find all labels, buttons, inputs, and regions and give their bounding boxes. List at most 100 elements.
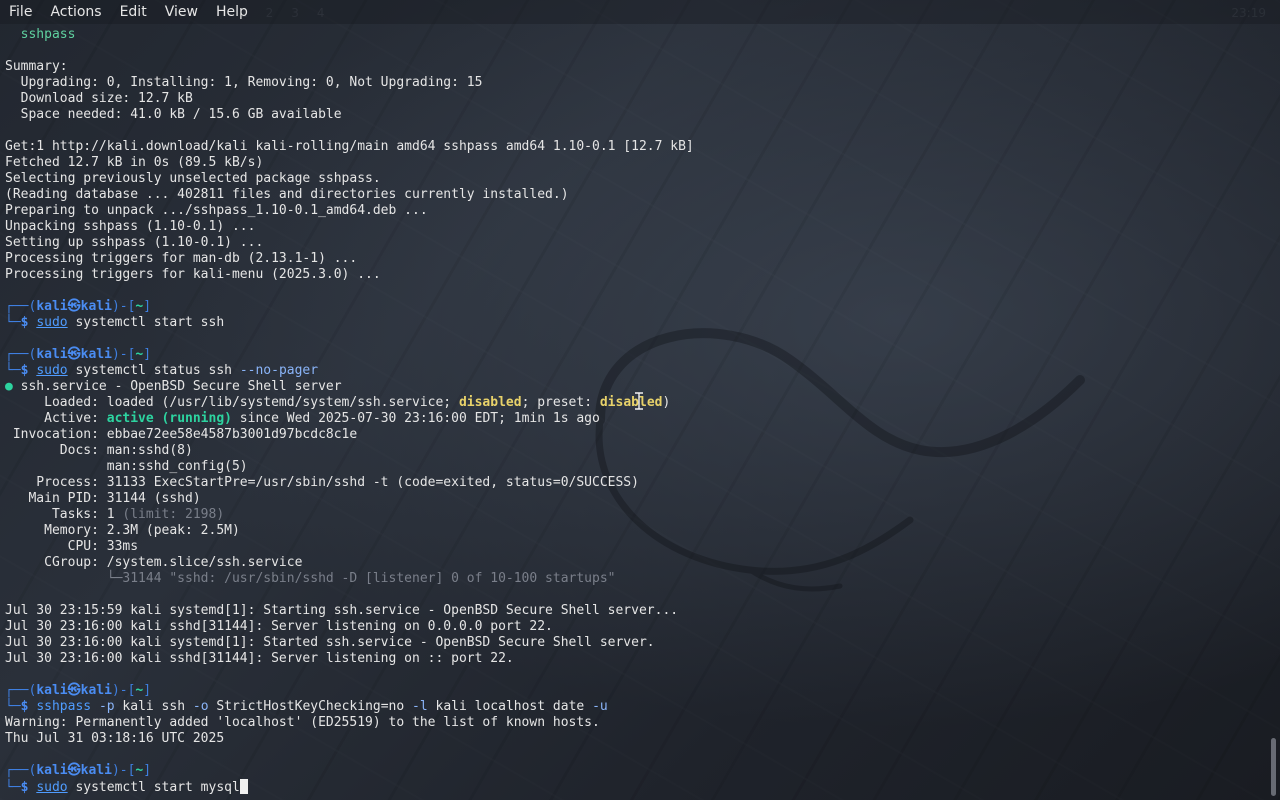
terminal-line: Setting up sshpass (1.10-0.1) ...	[5, 235, 1266, 251]
terminal-text: since Wed 2025-07-30 23:16:00 EDT; 1min …	[231, 411, 600, 426]
terminal-text: -l	[412, 699, 428, 714]
terminal-text: Docs: man:sshd(8)	[5, 443, 193, 458]
terminal-line: Docs: man:sshd(8)	[5, 443, 1266, 459]
terminal-text: StrictHostKeyChecking=no	[208, 699, 413, 714]
terminal-line: Fetched 12.7 kB in 0s (89.5 kB/s)	[5, 155, 1266, 171]
terminal-text: Main PID: 31144 (sshd)	[5, 491, 201, 506]
terminal-text: Processing triggers for kali-menu (2025.…	[5, 267, 381, 282]
command-input[interactable]: └─$ sudo systemctl start mysql	[5, 779, 1266, 795]
terminal-text: ]	[143, 683, 152, 698]
terminal-line: └─31144 "sshd: /usr/sbin/sshd -D [listen…	[5, 571, 1266, 587]
terminal-line: (Reading database ... 402811 files and d…	[5, 187, 1266, 203]
terminal-text: $	[20, 699, 37, 714]
terminal-line: Space needed: 41.0 kB / 15.6 GB availabl…	[5, 107, 1266, 123]
menu-actions[interactable]: Actions	[41, 0, 110, 24]
terminal-scrollbar[interactable]	[1271, 738, 1276, 796]
terminal-line: Active: active (running) since Wed 2025-…	[5, 411, 1266, 427]
terminal-text: sudo	[36, 780, 68, 795]
terminal-text: kali㉿kali	[36, 683, 112, 698]
terminal-line: Main PID: 31144 (sshd)	[5, 491, 1266, 507]
terminal-line: Download size: 12.7 kB	[5, 91, 1266, 107]
terminal-line: Upgrading: 0, Installing: 1, Removing: 0…	[5, 75, 1266, 91]
terminal-text: CPU: 33ms	[5, 539, 139, 554]
terminal-text: Get:1 http://kali.download/kali kali-rol…	[5, 139, 694, 154]
menu-file[interactable]: File	[0, 0, 41, 24]
terminal-text: (limit: 2198)	[122, 507, 225, 522]
terminal-text: └─	[5, 363, 21, 378]
terminal-line: Tasks: 1 (limit: 2198)	[5, 507, 1266, 523]
terminal-text: Invocation: ebbae72ee58e4587b3001d97bcdc…	[5, 427, 358, 442]
terminal-text: ●	[5, 379, 13, 394]
terminal-text: Jul 30 23:15:59 kali systemd[1]: Startin…	[5, 603, 679, 618]
terminal-line: man:sshd_config(5)	[5, 459, 1266, 475]
terminal-text: systemctl start mysql	[67, 780, 240, 795]
terminal-line: Processing triggers for man-db (2.13.1-1…	[5, 251, 1266, 267]
terminal-line: Jul 30 23:16:00 kali systemd[1]: Started…	[5, 635, 1266, 651]
terminal-line: Summary:	[5, 59, 1266, 75]
terminal-text: CGroup: /system.slice/ssh.service	[5, 555, 303, 570]
terminal-line: CGroup: /system.slice/ssh.service	[5, 555, 1266, 571]
menu-edit[interactable]: Edit	[111, 0, 156, 24]
text-cursor-icon	[635, 392, 643, 410]
terminal-text: Tasks: 1	[5, 507, 123, 522]
terminal-text: ]	[143, 299, 152, 314]
terminal-text: -o	[192, 699, 209, 714]
terminal-text: Preparing to unpack .../sshpass_1.10-0.1…	[5, 203, 428, 218]
terminal-line: Process: 31133 ExecStartPre=/usr/sbin/ss…	[5, 475, 1266, 491]
terminal-text: systemctl start ssh	[67, 315, 225, 330]
terminal-output[interactable]: sshpass Summary: Upgrading: 0, Installing…	[5, 27, 1266, 800]
terminal-text: kali㉿kali	[36, 299, 112, 314]
terminal-text: Upgrading: 0, Installing: 1, Removing: 0…	[5, 75, 483, 90]
terminal-text: Setting up sshpass (1.10-0.1) ...	[5, 235, 264, 250]
terminal-text: )-[	[111, 299, 136, 314]
terminal-text: ┌──(	[5, 299, 37, 314]
terminal-text: └─31144 "sshd: /usr/sbin/sshd -D [listen…	[5, 571, 616, 586]
terminal-text: sshpass	[5, 27, 76, 42]
terminal-menubar: File Actions Edit View Help	[0, 0, 1280, 24]
terminal-line: Memory: 2.3M (peak: 2.5M)	[5, 523, 1266, 539]
terminal-text: Summary:	[5, 59, 68, 74]
menu-help[interactable]: Help	[207, 0, 257, 24]
terminal-text: Space needed: 41.0 kB / 15.6 GB availabl…	[5, 107, 342, 122]
terminal-line: Jul 30 23:15:59 kali systemd[1]: Startin…	[5, 603, 1266, 619]
terminal-text: -u	[592, 699, 608, 714]
prompt-header: ┌──(kali㉿kali)-[~]	[5, 299, 1266, 315]
terminal-text: └─	[5, 699, 21, 714]
terminal-text: ]	[143, 763, 152, 778]
terminal-text: Active:	[5, 411, 107, 426]
terminal-text: ┌──(	[5, 347, 37, 362]
command-line: └─$ sudo systemctl start ssh	[5, 315, 1266, 331]
terminal-text: Loaded: loaded (/usr/lib/systemd/system/…	[5, 395, 459, 410]
terminal-text: $	[20, 315, 37, 330]
terminal-cursor-icon	[239, 779, 248, 794]
prompt-header: ┌──(kali㉿kali)-[~]	[5, 347, 1266, 363]
terminal-text: Jul 30 23:16:00 kali systemd[1]: Started…	[5, 635, 655, 650]
terminal-text: Process: 31133 ExecStartPre=/usr/sbin/ss…	[5, 475, 639, 490]
terminal-text: disabled	[458, 395, 522, 410]
terminal-line: Jul 30 23:16:00 kali sshd[31144]: Server…	[5, 651, 1266, 667]
terminal-text: ]	[143, 347, 152, 362]
terminal-text: ┌──(	[5, 763, 37, 778]
terminal-text: └─	[5, 315, 21, 330]
terminal-text: Jul 30 23:16:00 kali sshd[31144]: Server…	[5, 651, 514, 666]
terminal-text: (Reading database ... 402811 files and d…	[5, 187, 569, 202]
terminal-text: sshpass	[36, 699, 92, 714]
menu-view[interactable]: View	[156, 0, 207, 24]
command-line: └─$ sudo systemctl status ssh --no-pager	[5, 363, 1266, 379]
terminal-line: Get:1 http://kali.download/kali kali-rol…	[5, 139, 1266, 155]
terminal-line: Preparing to unpack .../sshpass_1.10-0.1…	[5, 203, 1266, 219]
terminal-text: kali localhost date	[427, 699, 593, 714]
terminal-line: Unpacking sshpass (1.10-0.1) ...	[5, 219, 1266, 235]
terminal-line: sshpass	[5, 27, 1266, 43]
terminal-text: )-[	[111, 347, 136, 362]
prompt-header: ┌──(kali㉿kali)-[~]	[5, 683, 1266, 699]
terminal-line: Invocation: ebbae72ee58e4587b3001d97bcdc…	[5, 427, 1266, 443]
prompt-header: ┌──(kali㉿kali)-[~]	[5, 763, 1266, 779]
terminal-text: Processing triggers for man-db (2.13.1-1…	[5, 251, 358, 266]
